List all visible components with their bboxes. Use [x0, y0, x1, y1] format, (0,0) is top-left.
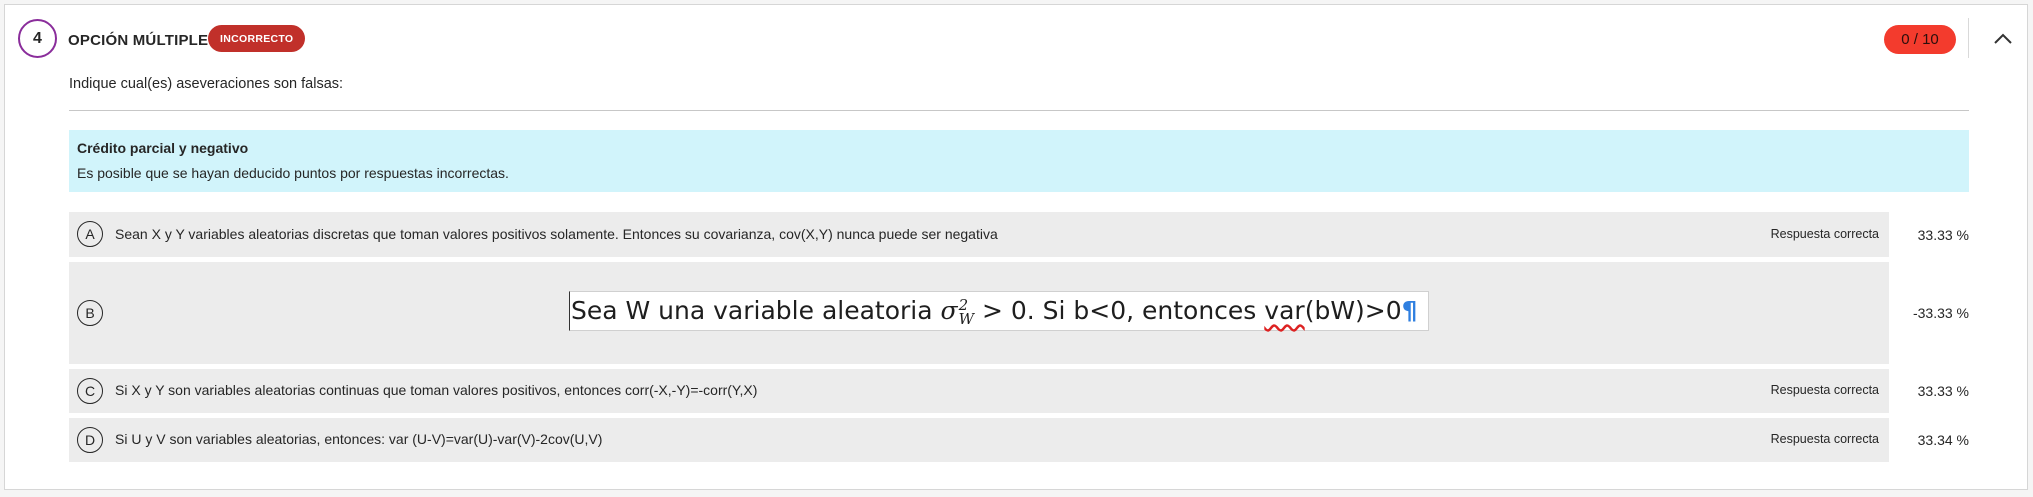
option-percent: 33.33 % [1917, 227, 1969, 243]
answer-option-a: A Sean X y Y variables aleatorias discre… [69, 212, 1889, 257]
partial-credit-notice: Crédito parcial y negativo Es posible qu… [69, 130, 1969, 192]
option-formula: Sea W una variable aleatoria σ2W > 0. Si… [569, 291, 1429, 331]
option-letter: C [77, 378, 103, 404]
formula-text-2: > 0. Si b<0, entonces [974, 296, 1265, 325]
question-prompt: Indique cual(es) aseveraciones son falsa… [69, 76, 344, 92]
status-badge: INCORRECTO [208, 25, 306, 52]
option-percent: -33.33 % [1912, 305, 1969, 321]
option-letter: A [77, 221, 103, 247]
prompt-divider [69, 110, 1969, 111]
formula-subscript: W [958, 310, 974, 328]
spellcheck-word: var [1264, 296, 1305, 325]
correct-answer-label: Respuesta correcta [1770, 227, 1879, 241]
answer-option-d: D Si U y V son variables aleatorias, ent… [69, 418, 1889, 462]
collapse-button[interactable] [1988, 24, 2018, 54]
chevron-up-icon [1994, 33, 2012, 44]
sigma-symbol: σ [940, 296, 958, 325]
formula-text-1: Sea W una variable aleatoria [571, 296, 941, 325]
question-type: OPCIÓN MÚLTIPLE [68, 32, 209, 49]
notice-title: Crédito parcial y negativo [77, 140, 249, 156]
notice-text: Es posible que se hayan deducido puntos … [77, 165, 509, 181]
question-card: 4 OPCIÓN MÚLTIPLE INCORRECTO 0 / 10 Indi… [4, 4, 2028, 490]
formula-text-3: (bW)>0 [1304, 296, 1402, 325]
score-badge: 0 / 10 [1884, 25, 1956, 54]
option-percent: 33.33 % [1917, 383, 1969, 399]
option-text: Si X y Y son variables aleatorias contin… [115, 382, 758, 398]
option-letter: D [77, 427, 103, 453]
header-divider [1968, 18, 1969, 58]
answer-option-c: C Si X y Y son variables aleatorias cont… [69, 369, 1889, 413]
correct-answer-label: Respuesta correcta [1770, 432, 1879, 446]
answer-option-b: B Sea W una variable aleatoria σ2W > 0. … [69, 262, 1889, 364]
option-text: Si U y V son variables aleatorias, enton… [115, 431, 603, 447]
correct-answer-label: Respuesta correcta [1770, 383, 1879, 397]
option-text: Sean X y Y variables aleatorias discreta… [115, 226, 998, 242]
option-letter: B [77, 300, 103, 326]
question-number: 4 [18, 19, 57, 58]
paragraph-mark-icon: ¶ [1401, 296, 1418, 325]
option-percent: 33.34 % [1917, 432, 1969, 448]
